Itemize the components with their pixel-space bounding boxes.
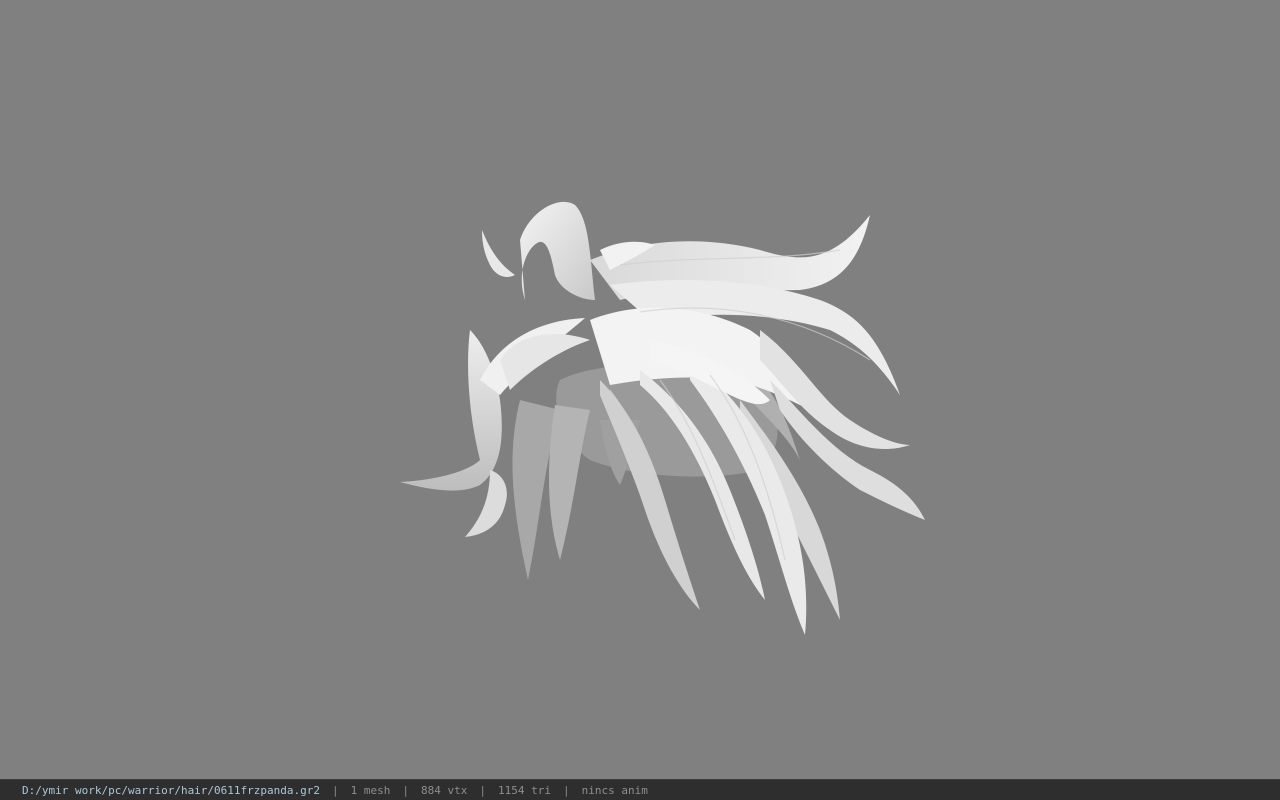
animation-status: nincs anim (581, 783, 648, 797)
file-path: D:/ymir work/pc/warrior/hair/0611frzpand… (22, 783, 321, 797)
3d-viewport[interactable] (0, 0, 1280, 779)
hair-model-render[interactable] (0, 0, 1280, 779)
status-separator: | (332, 783, 339, 797)
hair-strand (482, 230, 515, 277)
triangle-count: 1154 tri (498, 783, 551, 797)
hair-strand (520, 201, 595, 300)
status-separator: | (562, 783, 570, 797)
mesh-count: 1 mesh (350, 783, 391, 797)
vertex-count: 884 vtx (421, 783, 468, 797)
status-separator: | (402, 783, 410, 797)
status-bar: D:/ymir work/pc/warrior/hair/0611frzpand… (0, 779, 1280, 800)
hair-strand (548, 405, 590, 560)
hair-strand (400, 330, 502, 491)
status-separator: | (479, 783, 486, 797)
